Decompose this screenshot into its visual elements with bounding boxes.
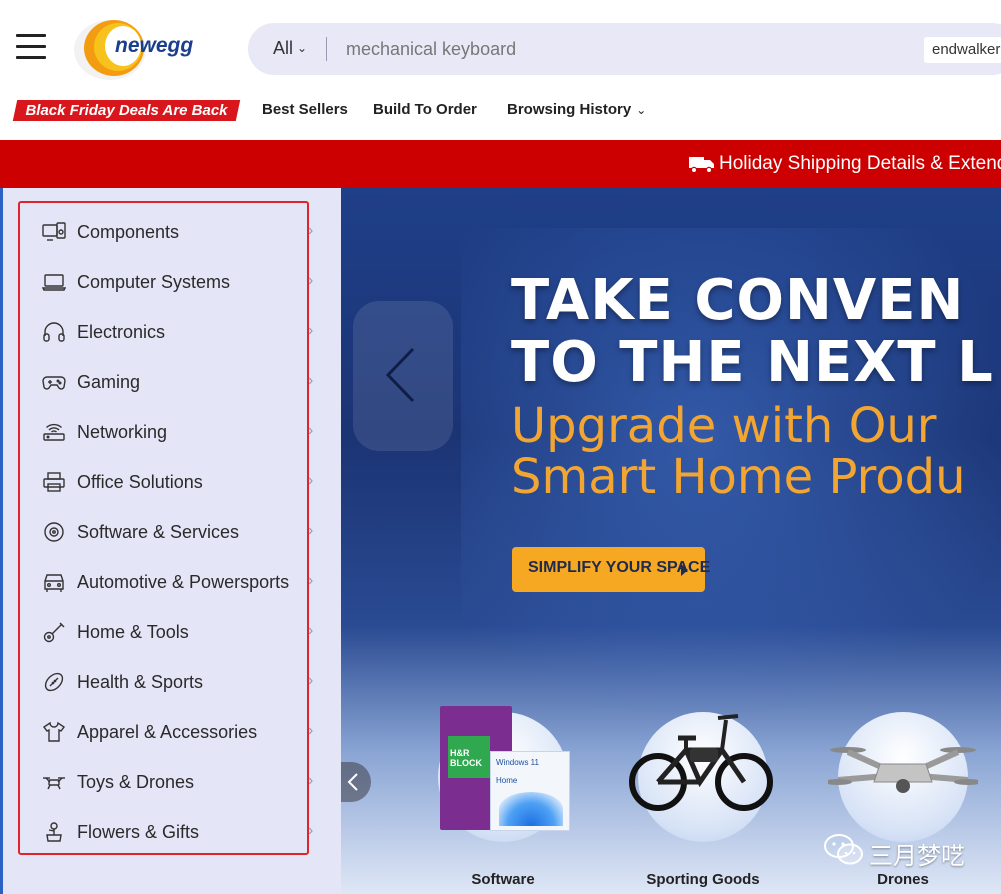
menu-item-label: Health & Sports (77, 672, 204, 692)
chevron-right-icon: › (308, 672, 314, 689)
chevron-right-icon: › (308, 772, 314, 789)
chevron-right-icon: › (308, 722, 314, 739)
search-category-dropdown[interactable]: All ⌄ (273, 38, 307, 59)
category-carousel-prev-button[interactable] (341, 762, 371, 802)
chevron-right-icon: › (308, 622, 314, 639)
menu-item-flowers-gifts[interactable]: Flowers & Gifts › (40, 812, 330, 852)
menu-item-office-solutions[interactable]: Office Solutions › (40, 462, 330, 502)
svg-text:newegg: newegg (115, 34, 193, 57)
hero-subline-1: Upgrade with Our (511, 398, 937, 454)
menu-item-label: Software & Services (77, 522, 240, 542)
menu-item-label: Apparel & Accessories (77, 722, 258, 742)
menu-item-automotive-powersports[interactable]: Automotive & Powersports › (40, 562, 330, 602)
menu-item-health-sports[interactable]: Health & Sports › (40, 662, 330, 702)
components-icon (42, 222, 66, 241)
drone-image (828, 747, 978, 793)
menu-item-label: Computer Systems (77, 272, 231, 292)
chevron-left-icon (385, 347, 415, 403)
search-divider (326, 37, 327, 61)
search-bar: All⌄ endwalker (248, 23, 1001, 75)
nav-best-sellers[interactable]: Best Sellers (262, 101, 348, 118)
printer-icon (43, 472, 65, 492)
drone-icon (43, 777, 65, 790)
menu-item-home-tools[interactable]: Home & Tools › (40, 612, 330, 652)
menu-item-gaming[interactable]: Gaming › (40, 362, 330, 402)
truck-icon (689, 157, 714, 173)
carousel-prev-button[interactable] (353, 301, 453, 451)
wechat-watermark: 三月梦呓 (823, 832, 965, 870)
menu-item-label: Office Solutions (77, 472, 203, 492)
menu-item-networking[interactable]: Networking › (40, 412, 330, 452)
hr-block-logo: H&R BLOCK (448, 736, 490, 778)
menu-item-label: Toys & Drones (77, 772, 195, 792)
router-icon (43, 423, 65, 441)
chevron-right-icon: › (308, 222, 314, 239)
hero-headline-1: TAKE CONVEN (511, 268, 965, 333)
chevron-left-icon (347, 773, 358, 791)
car-icon (44, 574, 64, 592)
nav-browsing-history[interactable]: Browsing History ⌄ (507, 101, 646, 118)
chevron-right-icon: › (308, 822, 314, 839)
chevron-right-icon: › (308, 472, 314, 489)
windows-11-box: Windows 11 Home (490, 751, 570, 831)
chevron-down-icon: ⌄ (636, 103, 647, 117)
chevron-right-icon: › (308, 372, 314, 389)
chevron-right-icon: › (308, 422, 314, 439)
guitar-icon (43, 622, 65, 643)
search-suggestion-chip[interactable]: endwalker (924, 37, 1001, 63)
menu-item-computer-systems[interactable]: Computer Systems › (40, 262, 330, 302)
newegg-logo[interactable]: newegg (70, 16, 200, 82)
menu-item-software-services[interactable]: Software & Services › (40, 512, 330, 552)
simplify-your-space-button[interactable]: SIMPLIFY YOUR SPACE (512, 547, 710, 592)
hero-banner[interactable]: TAKE CONVEN TO THE NEXT L Upgrade with O… (341, 188, 1001, 894)
football-icon (44, 672, 64, 692)
menu-item-label: Electronics (77, 322, 166, 342)
chevron-right-icon: › (308, 572, 314, 589)
chevron-right-icon: › (308, 522, 314, 539)
watermark-text: 三月梦呓 (869, 843, 965, 870)
chevron-right-icon: › (308, 272, 314, 289)
gamepad-icon (42, 376, 66, 390)
windows-11-label: Windows 11 (496, 758, 539, 767)
hamburger-menu-icon[interactable] (16, 34, 46, 62)
windows-bloom-image (499, 792, 563, 826)
chevron-right-icon: › (308, 322, 314, 339)
wechat-icon (824, 834, 863, 865)
windows-home-label: Home (496, 776, 518, 785)
hero-subline-2: Smart Home Produ (511, 449, 966, 505)
menu-item-label: Home & Tools (77, 622, 189, 642)
header: newegg All⌄ endwalker Black Friday Deals… (0, 0, 1001, 140)
menu-item-label: Automotive & Powersports (77, 572, 290, 592)
promo-bar[interactable]: Holiday Shipping Details & Extende (0, 140, 1001, 188)
category-label-software[interactable]: Software (423, 871, 583, 888)
menu-item-label: Networking (77, 422, 168, 442)
gift-icon (46, 822, 62, 842)
e-bike-image (629, 714, 773, 811)
menu-item-label: Gaming (77, 372, 141, 392)
nav-build-to-order[interactable]: Build To Order (373, 101, 477, 118)
black-friday-label: Black Friday Deals Are Back (25, 102, 228, 119)
laptop-icon (42, 274, 66, 291)
search-category-label: All (273, 38, 294, 58)
menu-item-apparel-accessories[interactable]: Apparel & Accessories › (40, 712, 330, 752)
nav-browsing-history-label: Browsing History (507, 101, 632, 118)
promo-bar-text: Holiday Shipping Details & Extende (719, 153, 1001, 174)
category-label-sporting-goods[interactable]: Sporting Goods (623, 871, 783, 888)
hr-block-text: H&R BLOCK (450, 748, 482, 768)
menu-item-label: Components (77, 222, 180, 242)
category-label-drones[interactable]: Drones (823, 871, 983, 888)
play-arrow-icon (681, 564, 688, 576)
headphones-icon (43, 322, 65, 342)
search-input[interactable] (346, 37, 886, 61)
chevron-down-icon: ⌄ (297, 41, 308, 55)
black-friday-badge[interactable]: Black Friday Deals Are Back (12, 100, 241, 121)
hero-headline-2: TO THE NEXT L (511, 330, 994, 395)
disc-icon (44, 522, 64, 542)
menu-item-electronics[interactable]: Electronics › (40, 312, 330, 352)
menu-item-components[interactable]: Components › (40, 212, 330, 252)
menu-item-label: Flowers & Gifts (77, 822, 200, 842)
tshirt-icon (42, 721, 66, 742)
menu-item-toys-drones[interactable]: Toys & Drones › (40, 762, 330, 802)
